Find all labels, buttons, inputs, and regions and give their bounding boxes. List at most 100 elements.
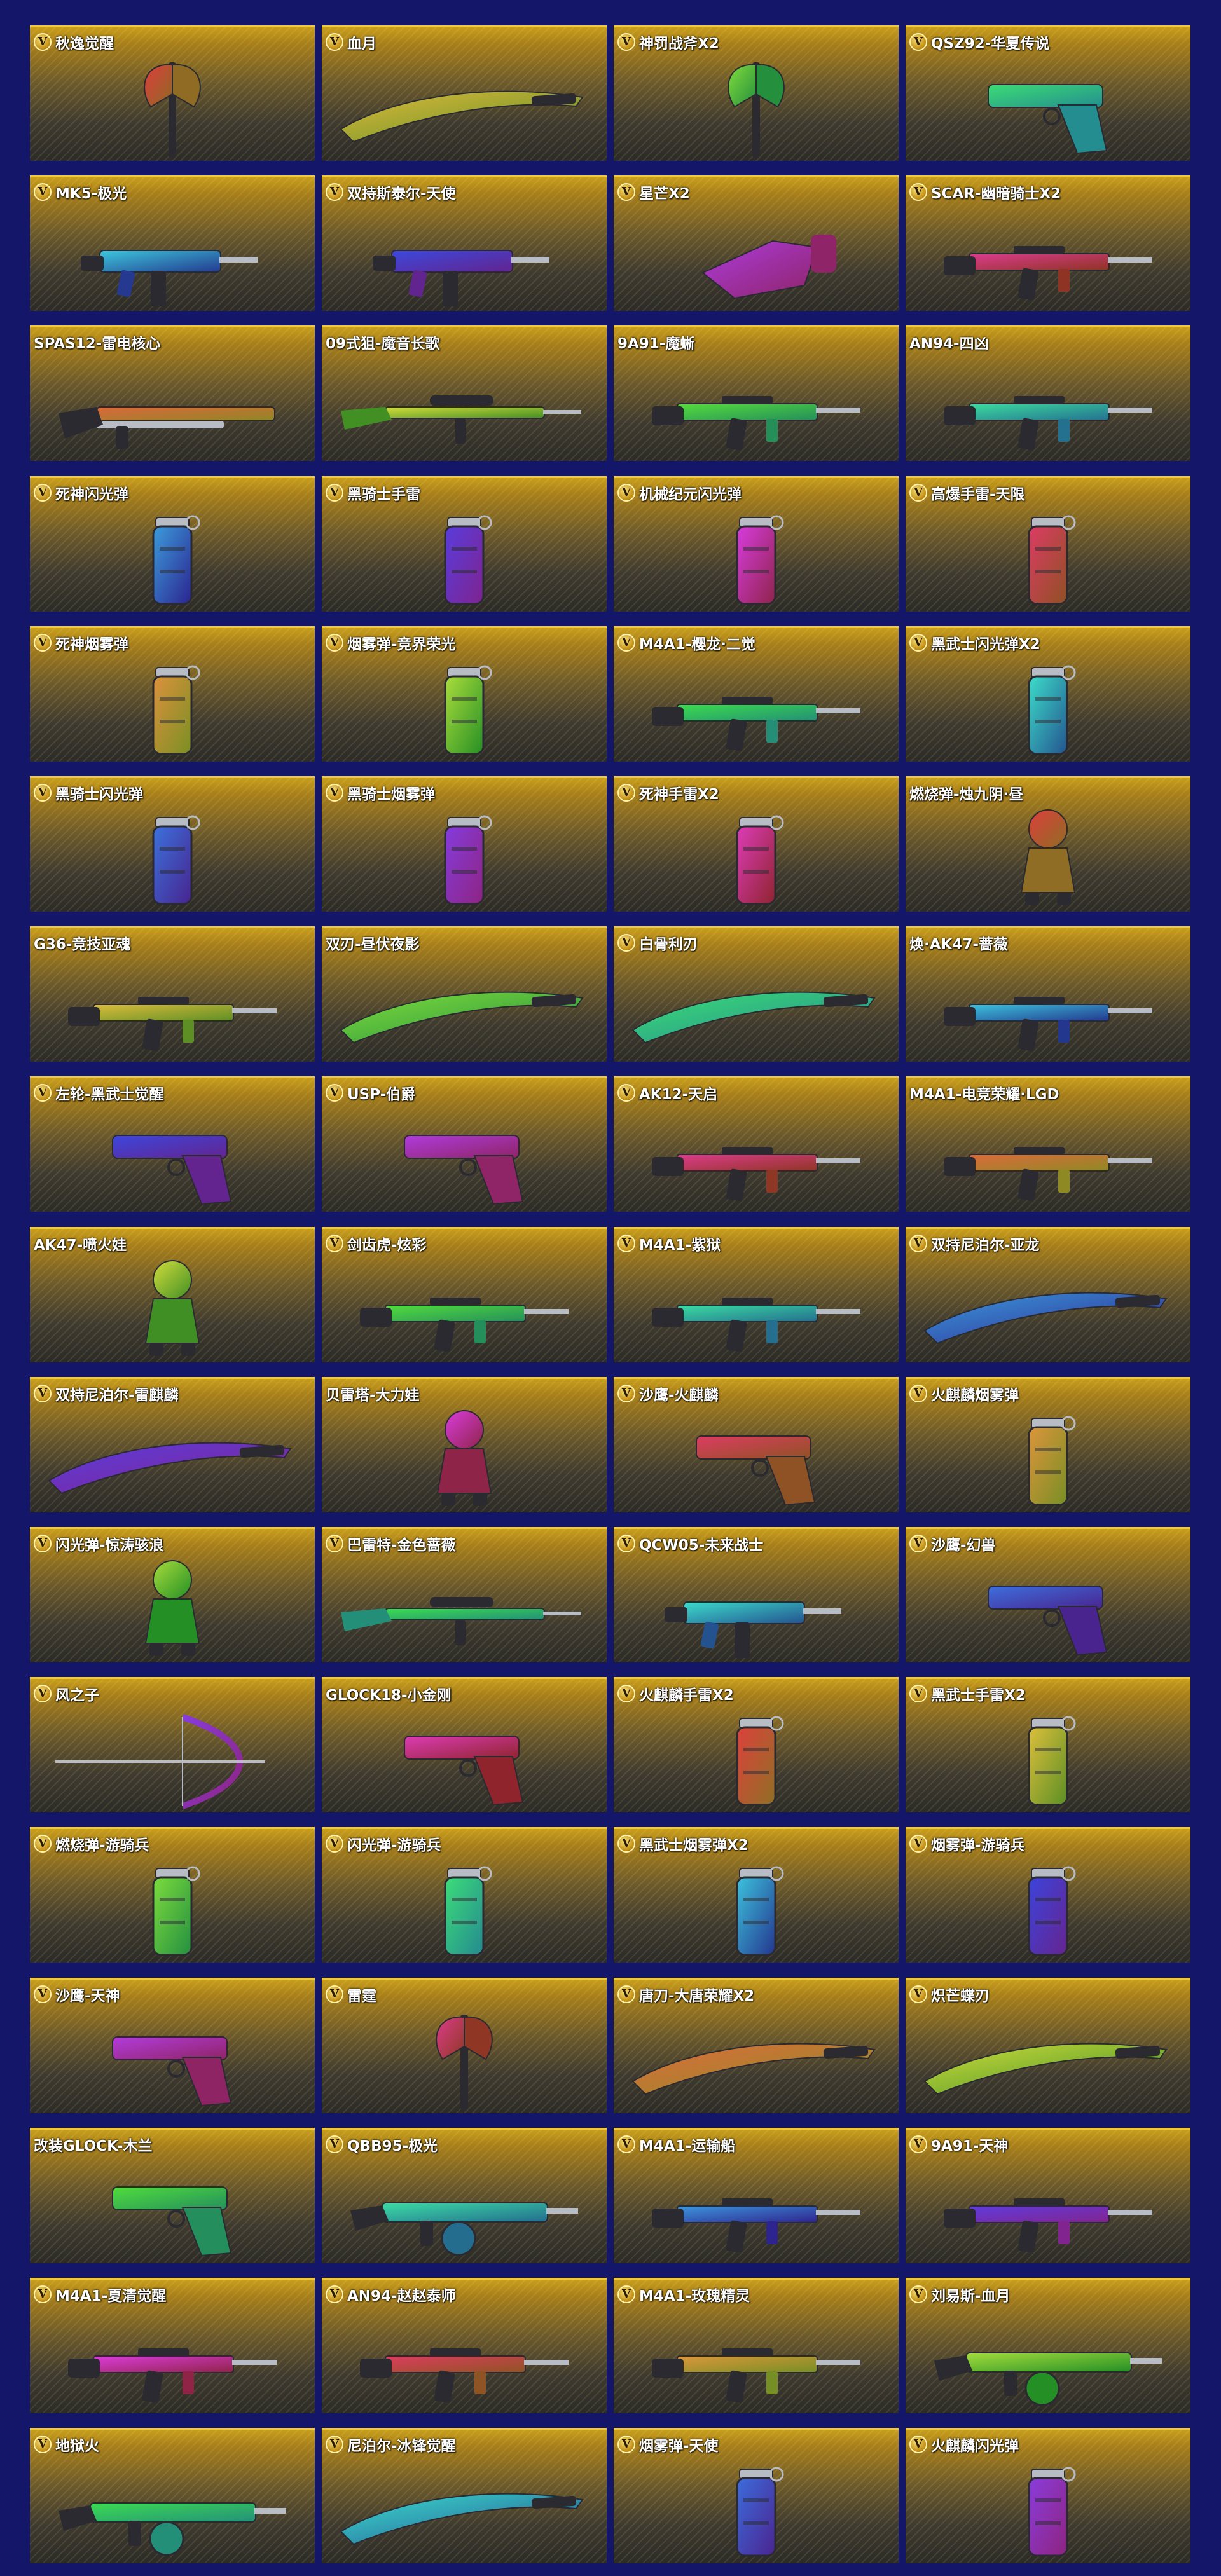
item-card[interactable]: 改装GLOCK-木兰	[30, 2128, 315, 2263]
item-card[interactable]: AN94-四凶	[906, 325, 1190, 461]
item-card-header: V 黑武士手雷X2	[909, 1683, 1187, 1704]
smg-icon	[322, 203, 607, 311]
item-card[interactable]: V QSZ92-华夏传说	[906, 25, 1190, 161]
item-card[interactable]: V 黑武士烟雾弹X2	[614, 1827, 899, 1963]
item-card[interactable]: 贝雷塔-大力娃	[322, 1377, 607, 1512]
item-card[interactable]: 09式狙-魔音长歌	[322, 325, 607, 461]
vip-badge-icon: V	[34, 33, 52, 51]
item-card[interactable]: V M4A1-夏清觉醒	[30, 2278, 315, 2413]
item-card[interactable]: 燃烧弹-烛九阴·昼	[906, 776, 1190, 912]
item-card[interactable]: V 神罚战斧X2	[614, 25, 899, 161]
item-card[interactable]: V 死神闪光弹	[30, 476, 315, 612]
item-card[interactable]: V 炽芒蝶刃	[906, 1978, 1190, 2113]
item-name: AK47-喷火娃	[34, 1237, 127, 1254]
pistol-icon	[906, 1554, 1190, 1662]
item-card[interactable]: V 唐刀-大唐荣耀X2	[614, 1978, 899, 2113]
item-card[interactable]: V 雷霆	[322, 1978, 607, 2113]
pistol-icon	[30, 2155, 315, 2263]
item-card[interactable]: V 剑齿虎-炫彩	[322, 1227, 607, 1362]
item-card[interactable]: V 血月	[322, 25, 607, 161]
item-card[interactable]: V 尼泊尔-冰锋觉醒	[322, 2428, 607, 2563]
item-card-header: V 烟雾弹-游骑兵	[909, 1833, 1187, 1854]
item-card-header: V USP-伯爵	[326, 1082, 603, 1104]
item-card[interactable]: V M4A1-樱龙·二觉	[614, 626, 899, 762]
item-card[interactable]: V QCW05-未来战士	[614, 1527, 899, 1662]
item-card[interactable]: V 死神手雷X2	[614, 776, 899, 912]
item-card[interactable]: AK47-喷火娃	[30, 1227, 315, 1362]
item-card[interactable]: SPAS12-雷电核心	[30, 325, 315, 461]
item-card[interactable]: 9A91-魔蜥	[614, 325, 899, 461]
item-name: 尼泊尔-冰锋觉醒	[347, 2438, 456, 2455]
item-card[interactable]: V 刘易斯-血月	[906, 2278, 1190, 2413]
grenade-icon	[906, 1704, 1190, 1812]
item-card[interactable]: V 白骨利刃	[614, 926, 899, 1062]
item-card[interactable]: V M4A1-运输船	[614, 2128, 899, 2263]
item-card[interactable]: G36-竞技亚魂	[30, 926, 315, 1062]
item-card[interactable]: V 风之子	[30, 1677, 315, 1812]
item-card[interactable]: V 沙鹰-幻兽	[906, 1527, 1190, 1662]
item-card[interactable]: V 火麒麟烟雾弹	[906, 1377, 1190, 1512]
item-card[interactable]: V 闪光弹-游骑兵	[322, 1827, 607, 1963]
item-card[interactable]: V 烟雾弹-竞界荣光	[322, 626, 607, 762]
item-card[interactable]: V MK5-极光	[30, 175, 315, 311]
item-card[interactable]: V 烟雾弹-游骑兵	[906, 1827, 1190, 1963]
item-name: 双持斯泰尔-天使	[347, 186, 456, 202]
item-name: 烟雾弹-竞界荣光	[347, 636, 456, 653]
item-card[interactable]: V SCAR-幽暗骑士X2	[906, 175, 1190, 311]
item-card[interactable]: V 死神烟雾弹	[30, 626, 315, 762]
item-card[interactable]: GLOCK18-小金刚	[322, 1677, 607, 1812]
item-card-header: V 死神烟雾弹	[34, 632, 311, 654]
item-card[interactable]: V 双持斯泰尔-天使	[322, 175, 607, 311]
item-card-header: V 沙鹰-幻兽	[909, 1533, 1187, 1554]
item-name: 秋逸觉醒	[55, 36, 114, 52]
item-card[interactable]: V M4A1-玫瑰精灵	[614, 2278, 899, 2413]
item-card-header: V 血月	[326, 31, 603, 53]
vip-badge-icon: V	[617, 934, 635, 952]
item-card-header: V 地狱火	[34, 2434, 311, 2455]
item-card[interactable]: V 火麒麟闪光弹	[906, 2428, 1190, 2563]
item-card[interactable]: V 烟雾弹-天使	[614, 2428, 899, 2563]
vip-badge-icon: V	[34, 784, 52, 802]
item-card[interactable]: V QBB95-极光	[322, 2128, 607, 2263]
item-card-header: V 高爆手雷-天限	[909, 482, 1187, 504]
item-card[interactable]: V 巴雷特-金色蔷薇	[322, 1527, 607, 1662]
item-card[interactable]: V USP-伯爵	[322, 1076, 607, 1212]
item-card[interactable]: V 左轮-黑武士觉醒	[30, 1076, 315, 1212]
item-card[interactable]: V 黑骑士手雷	[322, 476, 607, 612]
item-card[interactable]: V 闪光弹-惊涛骇浪	[30, 1527, 315, 1662]
machine-gun-icon	[30, 2455, 315, 2563]
item-card[interactable]: V 双持尼泊尔-亚龙	[906, 1227, 1190, 1362]
item-card[interactable]: V 秋逸觉醒	[30, 25, 315, 161]
item-name: 双持尼泊尔-雷麒麟	[55, 1387, 179, 1404]
item-card[interactable]: V 沙鹰-天神	[30, 1978, 315, 2113]
item-card[interactable]: V AN94-赵赵泰师	[322, 2278, 607, 2413]
item-card[interactable]: V 地狱火	[30, 2428, 315, 2563]
item-card[interactable]: V M4A1-紫狱	[614, 1227, 899, 1362]
character-figure-icon	[322, 1404, 607, 1512]
item-card[interactable]: V 火麒麟手雷X2	[614, 1677, 899, 1812]
item-card-header: V 机械纪元闪光弹	[617, 482, 895, 504]
item-card[interactable]: V 机械纪元闪光弹	[614, 476, 899, 612]
item-card[interactable]: V 双持尼泊尔-雷麒麟	[30, 1377, 315, 1512]
item-name: G36-竞技亚魂	[34, 936, 131, 953]
item-card[interactable]: V 9A91-天神	[906, 2128, 1190, 2263]
vip-badge-icon: V	[326, 634, 343, 652]
item-card[interactable]: V 黑骑士烟雾弹	[322, 776, 607, 912]
item-card[interactable]: M4A1-电竞荣耀·LGD	[906, 1076, 1190, 1212]
dragon-figure-icon	[906, 804, 1190, 912]
item-card[interactable]: V 黑骑士闪光弹	[30, 776, 315, 912]
item-card[interactable]: V AK12-天启	[614, 1076, 899, 1212]
item-card[interactable]: V 沙鹰-火麒麟	[614, 1377, 899, 1512]
item-card[interactable]: V 高爆手雷-天限	[906, 476, 1190, 612]
bow-icon	[30, 1704, 315, 1812]
rifle-icon	[614, 2305, 899, 2413]
vip-badge-icon: V	[326, 33, 343, 51]
item-card[interactable]: V 黑武士闪光弹X2	[906, 626, 1190, 762]
vip-badge-icon: V	[34, 1084, 52, 1102]
item-card[interactable]: V 燃烧弹-游骑兵	[30, 1827, 315, 1963]
item-card[interactable]: 双刃-昼伏夜影	[322, 926, 607, 1062]
item-card-header: V 火麒麟烟雾弹	[909, 1383, 1187, 1404]
item-card[interactable]: 焕·AK47-蔷薇	[906, 926, 1190, 1062]
item-card[interactable]: V 星芒X2	[614, 175, 899, 311]
item-card[interactable]: V 黑武士手雷X2	[906, 1677, 1190, 1812]
